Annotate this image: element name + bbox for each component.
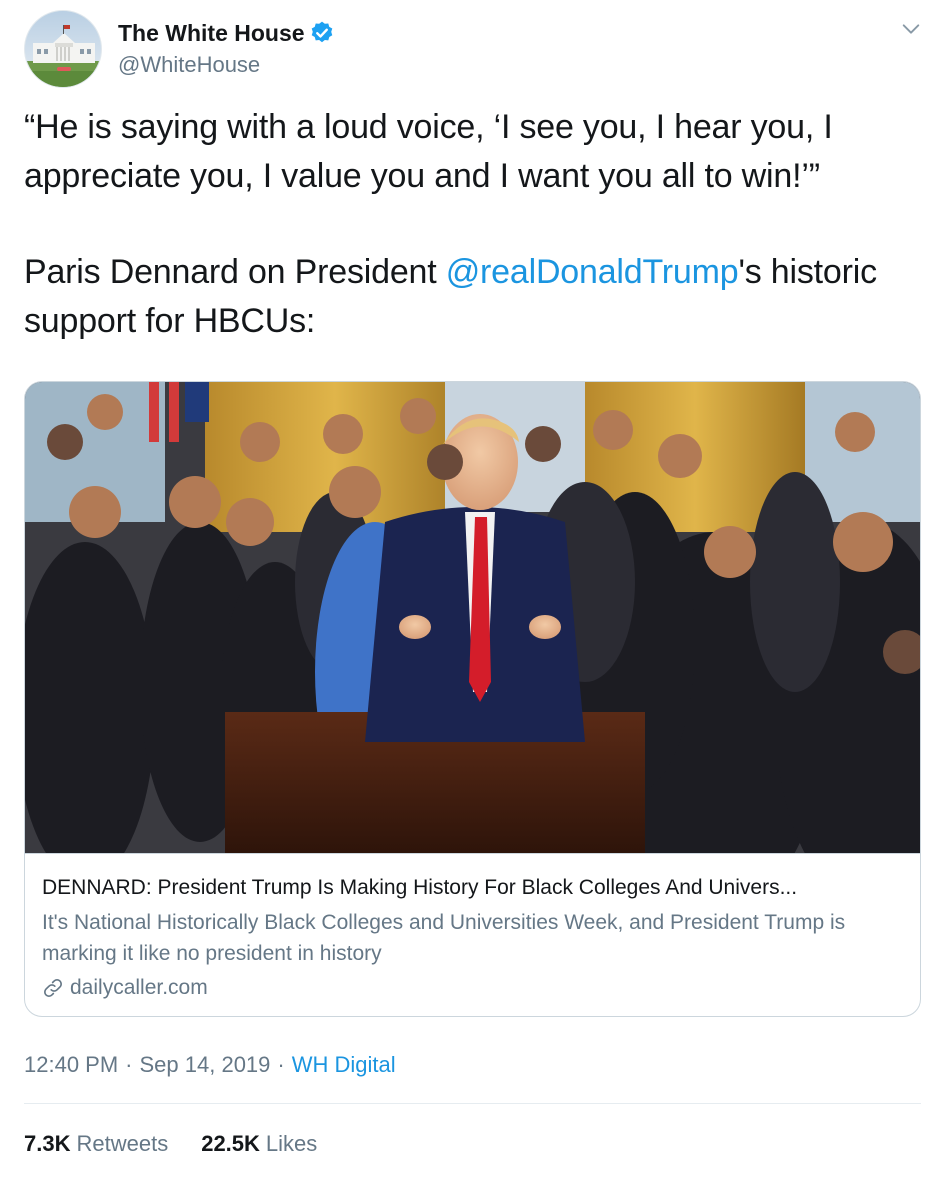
card-body: DENNARD: President Trump Is Making Histo…: [25, 853, 920, 1016]
tweet-source-link[interactable]: WH Digital: [292, 1052, 396, 1078]
meta-separator: ·: [277, 1052, 285, 1077]
link-icon: [44, 979, 62, 997]
display-name-row: The White House: [118, 18, 335, 48]
tweet-time[interactable]: 12:40 PM: [24, 1052, 118, 1078]
tweet-header: The White House @WhiteHouse: [24, 10, 924, 90]
card-description: It's National Historically Black College…: [42, 911, 846, 965]
retweets-stat[interactable]: 7.3K Retweets: [24, 1131, 168, 1157]
display-name[interactable]: The White House: [118, 20, 305, 47]
avatar[interactable]: [24, 10, 102, 88]
card-domain-row: dailycaller.com: [42, 973, 905, 1003]
likes-stat[interactable]: 22.5K Likes: [201, 1131, 317, 1157]
tweet-text-prefix: Paris Dennard on President: [24, 253, 446, 291]
tweet-meta: 12:40 PM · Sep 14, 2019 · WH Digital: [24, 1049, 396, 1081]
author-names: The White House @WhiteHouse: [118, 18, 335, 78]
tweet: The White House @WhiteHouse “He is sayin…: [0, 0, 942, 1182]
divider: [24, 1103, 921, 1104]
card-title[interactable]: DENNARD: President Trump Is Making Histo…: [42, 874, 905, 902]
chevron-down-icon[interactable]: [900, 18, 922, 40]
link-card[interactable]: DENNARD: President Trump Is Making Histo…: [24, 381, 921, 1017]
likes-count: 22.5K: [201, 1131, 260, 1156]
meta-separator: ·: [125, 1052, 133, 1077]
tweet-quote: “He is saying with a loud voice, ‘I see …: [24, 108, 833, 195]
author-handle[interactable]: @WhiteHouse: [118, 52, 335, 78]
card-domain: dailycaller.com: [70, 976, 208, 999]
tweet-stats: 7.3K Retweets 22.5K Likes: [24, 1128, 350, 1160]
tweet-paragraph: Paris Dennard on President @realDonaldTr…: [24, 248, 914, 346]
white-house-avatar-image: [25, 11, 101, 87]
mention-link[interactable]: @realDonaldTrump: [446, 253, 739, 291]
card-image[interactable]: [25, 382, 921, 853]
likes-label: Likes: [265, 1131, 318, 1156]
tweet-date[interactable]: Sep 14, 2019: [140, 1052, 271, 1078]
tweet-text: “He is saying with a loud voice, ‘I see …: [24, 103, 914, 346]
retweets-label: Retweets: [76, 1131, 169, 1156]
retweets-count: 7.3K: [24, 1131, 71, 1156]
verified-badge-icon: [311, 21, 332, 43]
